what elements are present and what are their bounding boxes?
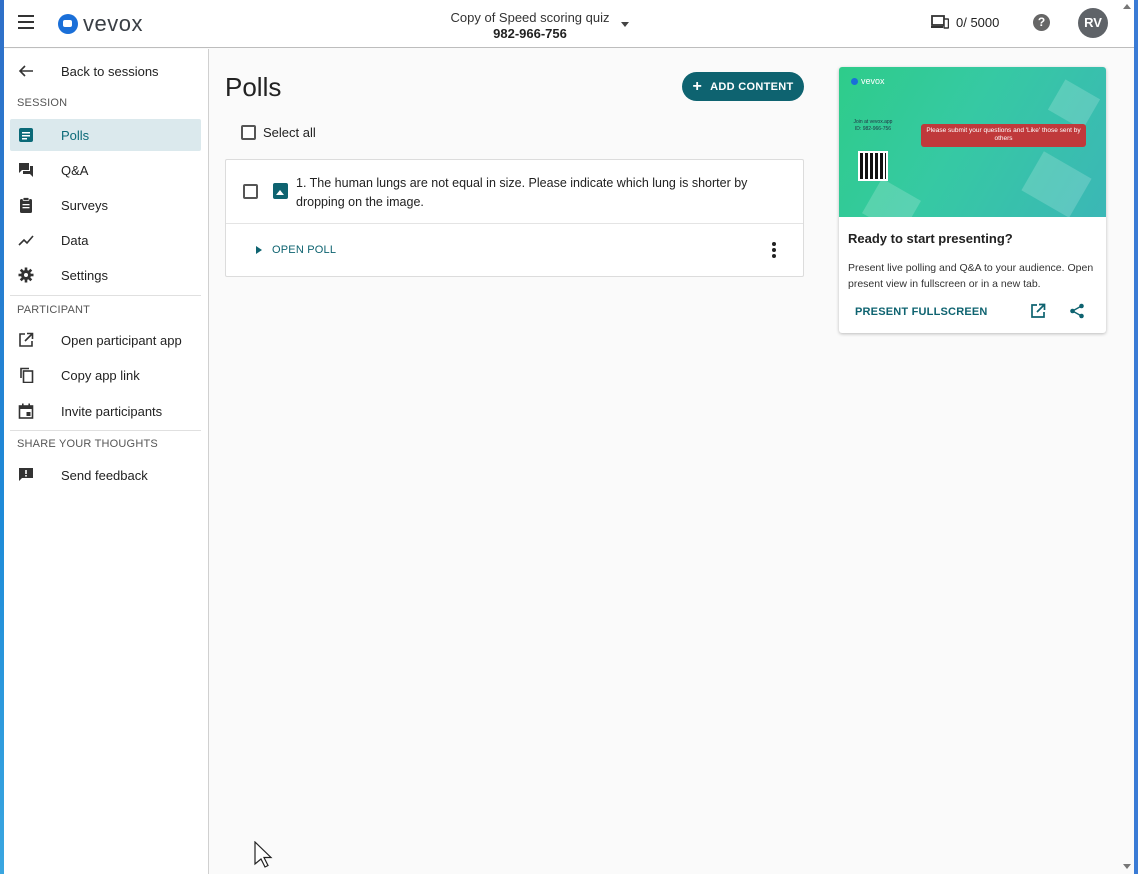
sidebar-item-settings[interactable]: Settings bbox=[10, 259, 201, 291]
sidebar-item-label: Send feedback bbox=[61, 467, 148, 483]
page-title: Polls bbox=[225, 72, 282, 102]
menu-icon[interactable] bbox=[18, 15, 34, 29]
session-selector[interactable]: Copy of Speed scoring quiz 982-966-756 bbox=[424, 10, 636, 41]
session-title: Copy of Speed scoring quiz bbox=[450, 10, 610, 25]
sidebar-item-label: Q&A bbox=[61, 162, 89, 178]
presentation-preview[interactable]: vevox Join at vevox.app ID: 982-966-756 … bbox=[839, 67, 1106, 217]
chevron-down-icon[interactable] bbox=[621, 22, 629, 27]
divider bbox=[226, 223, 803, 224]
sidebar-item-send-feedback[interactable]: Send feedback bbox=[10, 459, 201, 491]
vevox-logo[interactable]: vevox bbox=[58, 11, 143, 36]
calendar-icon bbox=[18, 403, 34, 419]
vevox-logo-icon bbox=[58, 14, 78, 34]
sidebar-item-label: Polls bbox=[61, 127, 90, 143]
participant-count: 0/ 5000 bbox=[956, 15, 1000, 30]
gear-icon bbox=[18, 267, 34, 283]
plus-icon: + bbox=[692, 77, 703, 95]
select-all-checkbox[interactable] bbox=[241, 125, 256, 140]
avatar[interactable]: RV bbox=[1078, 8, 1108, 38]
sidebar-item-label: Invite participants bbox=[61, 403, 163, 419]
more-options-icon[interactable] bbox=[771, 242, 777, 258]
poll-checkbox[interactable] bbox=[243, 184, 258, 199]
chart-line-icon bbox=[18, 235, 34, 246]
play-icon bbox=[256, 246, 262, 254]
sidebar-item-copy-app-link[interactable]: Copy app link bbox=[10, 359, 201, 391]
decorative-hexagon bbox=[862, 178, 921, 217]
preview-logo-text: vevox bbox=[861, 76, 885, 86]
section-session: SESSION bbox=[17, 97, 68, 109]
mouse-cursor-icon bbox=[254, 841, 273, 868]
qa-icon bbox=[19, 163, 33, 177]
top-bar: vevox Copy of Speed scoring quiz 982-966… bbox=[4, 0, 1134, 48]
open-poll-button[interactable]: OPEN POLL bbox=[256, 244, 336, 256]
clipboard-icon bbox=[20, 197, 32, 213]
section-participant: PARTICIPANT bbox=[17, 304, 91, 316]
section-share-your-thoughts: SHARE YOUR THOUGHTS bbox=[17, 438, 158, 450]
sidebar-item-label: Surveys bbox=[61, 197, 108, 213]
sidebar-item-open-participant-app[interactable]: Open participant app bbox=[10, 324, 201, 356]
ready-description: Present live polling and Q&A to your aud… bbox=[848, 262, 1094, 290]
qr-code-icon bbox=[858, 151, 888, 181]
decorative-hexagon bbox=[1021, 151, 1092, 217]
sidebar-item-qa[interactable]: Q&A bbox=[10, 154, 201, 186]
add-content-button[interactable]: + ADD CONTENT bbox=[682, 72, 804, 101]
preview-banner: Please submit your questions and 'Like' … bbox=[921, 124, 1086, 147]
open-poll-label: OPEN POLL bbox=[272, 244, 337, 256]
select-all-label[interactable]: Select all bbox=[263, 125, 316, 140]
image-poll-icon bbox=[273, 183, 288, 199]
preview-join-text: Join at vevox.app ID: 982-966-756 bbox=[853, 119, 893, 132]
scroll-up-icon[interactable] bbox=[1123, 4, 1131, 9]
feedback-icon bbox=[19, 468, 33, 481]
sidebar: Back to sessions SESSION Polls Q&A Surve… bbox=[4, 49, 209, 874]
share-icon[interactable] bbox=[1069, 303, 1085, 319]
poll-card: 1. The human lungs are not equal in size… bbox=[225, 159, 804, 277]
devices-icon bbox=[931, 15, 949, 29]
decorative-hexagon bbox=[1047, 79, 1101, 130]
scroll-down-icon[interactable] bbox=[1123, 864, 1131, 869]
present-card: vevox Join at vevox.app ID: 982-966-756 … bbox=[839, 67, 1106, 333]
divider bbox=[10, 430, 201, 431]
logo-text: vevox bbox=[83, 11, 143, 36]
sidebar-item-surveys[interactable]: Surveys bbox=[10, 189, 201, 221]
divider bbox=[10, 295, 201, 296]
arrow-left-icon bbox=[18, 65, 33, 77]
session-id: 982-966-756 bbox=[493, 26, 567, 41]
present-fullscreen-button[interactable]: PRESENT FULLSCREEN bbox=[855, 306, 988, 318]
sidebar-item-data[interactable]: Data bbox=[10, 224, 201, 256]
poll-question[interactable]: 1. The human lungs are not equal in size… bbox=[296, 174, 776, 212]
help-icon[interactable]: ? bbox=[1033, 14, 1050, 31]
ready-title: Ready to start presenting? bbox=[848, 231, 1013, 246]
sidebar-item-label: Open participant app bbox=[61, 332, 182, 348]
sidebar-item-label: Settings bbox=[61, 267, 108, 283]
sidebar-item-label: Copy app link bbox=[61, 367, 140, 383]
polls-icon bbox=[19, 128, 33, 142]
sidebar-item-invite-participants[interactable]: Invite participants bbox=[10, 395, 201, 427]
open-external-icon bbox=[19, 332, 34, 347]
vevox-logo-icon bbox=[851, 77, 858, 85]
open-in-new-tab-icon[interactable] bbox=[1030, 303, 1046, 319]
browser-window: vevox Copy of Speed scoring quiz 982-966… bbox=[4, 0, 1134, 874]
back-to-sessions-button[interactable]: Back to sessions bbox=[10, 55, 201, 87]
add-content-label: ADD CONTENT bbox=[710, 80, 794, 93]
sidebar-item-label: Data bbox=[61, 232, 89, 248]
preview-logo: vevox bbox=[851, 76, 885, 86]
back-label: Back to sessions bbox=[61, 63, 159, 79]
sidebar-item-polls[interactable]: Polls bbox=[10, 119, 201, 151]
copy-icon bbox=[20, 367, 34, 383]
